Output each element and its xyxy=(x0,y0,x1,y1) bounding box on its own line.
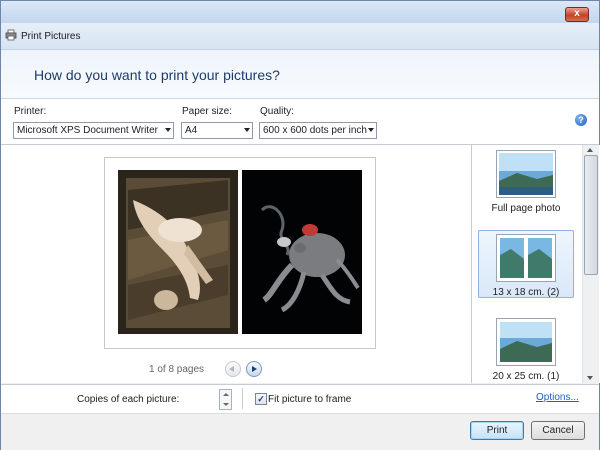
full-page-thumbnail xyxy=(496,150,556,198)
spinner-up-icon[interactable] xyxy=(223,393,229,396)
help-icon[interactable]: ? xyxy=(575,114,587,126)
heading-band: How do you want to print your pictures? xyxy=(1,50,599,99)
copies-row: Copies of each picture: ✓ Fit picture to… xyxy=(1,384,599,413)
chevron-down-icon xyxy=(165,128,171,132)
layout-item-full-page[interactable]: Full page photo xyxy=(478,147,574,219)
printer-select[interactable]: Microsoft XPS Document Writer xyxy=(13,122,174,139)
help-glyph: ? xyxy=(578,115,584,125)
quality-label: Quality: xyxy=(260,106,294,117)
paper-size-value: A4 xyxy=(185,125,198,136)
chevron-right-icon xyxy=(252,366,257,372)
spinner-down-icon[interactable] xyxy=(223,403,229,406)
paper-size-label: Paper size: xyxy=(182,106,233,117)
layout-scrollbar[interactable] xyxy=(582,145,599,383)
layout-label: 20 x 25 cm. (1) xyxy=(492,371,560,382)
options-link[interactable]: Options... xyxy=(536,392,579,403)
printer-value: Microsoft XPS Document Writer xyxy=(17,125,158,136)
print-button[interactable]: Print xyxy=(470,421,524,440)
layout-item-20x25[interactable]: 20 x 25 cm. (1) xyxy=(478,315,574,383)
chevron-down-icon xyxy=(244,128,250,132)
preview-pane: 1 of 8 pages xyxy=(1,145,471,383)
copies-label: Copies of each picture: xyxy=(77,394,180,405)
quality-value: 600 x 600 dots per inch xyxy=(263,125,367,136)
paper-size-select[interactable]: A4 xyxy=(181,122,253,139)
close-icon: x xyxy=(574,8,580,19)
person-on-stairs-photo xyxy=(118,170,238,334)
check-icon: ✓ xyxy=(257,394,265,404)
layout-list: Full page photo 13 x 18 cm. (2) 20 x 25 … xyxy=(471,145,600,383)
layout-item-13x18[interactable]: 13 x 18 cm. (2) xyxy=(478,230,574,298)
printer-icon xyxy=(5,29,17,41)
fit-picture-label[interactable]: Fit picture to frame xyxy=(268,394,351,405)
single-photo-thumbnail xyxy=(496,318,556,366)
fit-picture-checkbox[interactable]: ✓ xyxy=(255,393,267,405)
previous-page-button[interactable] xyxy=(225,361,241,377)
print-pictures-window: x Print Pictures How do you want to prin… xyxy=(0,0,600,450)
printer-label: Printer: xyxy=(14,106,47,117)
app-bar: Print Pictures xyxy=(1,23,599,50)
options-row: Printer: Microsoft XPS Document Writer P… xyxy=(1,99,599,145)
chevron-down-icon xyxy=(368,128,374,132)
page-heading: How do you want to print your pictures? xyxy=(34,67,280,83)
next-page-button[interactable] xyxy=(246,361,262,377)
footer: Print Cancel xyxy=(1,413,599,450)
scroll-up-icon[interactable] xyxy=(587,148,593,152)
page-count: 1 of 8 pages xyxy=(149,364,205,375)
cancel-button[interactable]: Cancel xyxy=(531,421,585,440)
chevron-left-icon xyxy=(229,366,234,372)
copies-stepper[interactable] xyxy=(219,389,232,410)
scroll-down-icon[interactable] xyxy=(587,376,593,380)
two-photo-thumbnail xyxy=(496,234,556,282)
quality-select[interactable]: 600 x 600 dots per inch xyxy=(259,122,377,139)
window-title: Print Pictures xyxy=(21,31,81,42)
page-preview xyxy=(104,157,376,349)
layout-label: 13 x 18 cm. (2) xyxy=(492,287,560,298)
layout-label: Full page photo xyxy=(491,203,561,214)
scroll-thumb[interactable] xyxy=(584,155,598,275)
octopus-on-black-photo xyxy=(242,170,362,334)
divider xyxy=(242,388,243,409)
close-button[interactable]: x xyxy=(565,7,589,22)
title-bar: x xyxy=(1,1,599,23)
